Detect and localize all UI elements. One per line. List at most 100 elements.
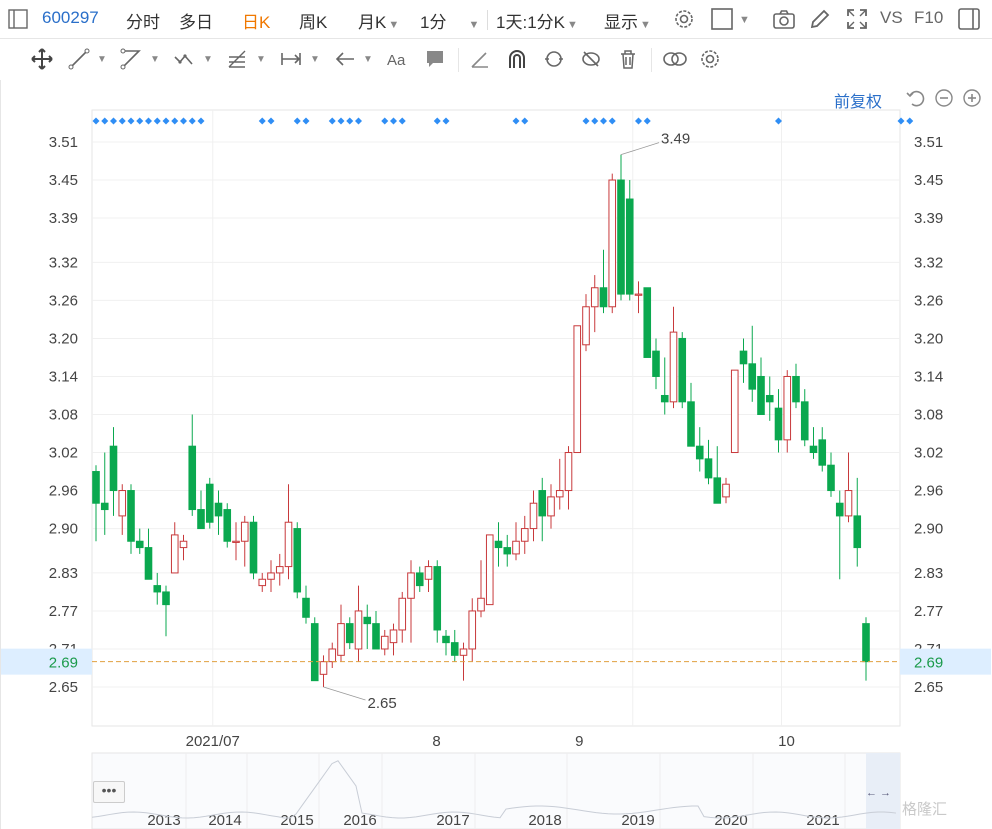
candle-body [127, 490, 135, 542]
candles [92, 154, 870, 687]
candle-body [459, 648, 468, 656]
signal-marker [302, 117, 310, 125]
candle-body [573, 325, 582, 454]
navigator-year-label: 2019 [621, 812, 654, 829]
candle-body [643, 287, 652, 358]
signal-marker [582, 117, 590, 125]
candle-body [223, 509, 232, 542]
candle-body [792, 375, 800, 403]
y-tick-label-right: 3.51 [914, 134, 943, 151]
candle-body [835, 502, 844, 517]
y-tick-label-left: 3.20 [49, 330, 78, 347]
candle-body [774, 407, 783, 441]
y-tick-label-right: 2.83 [914, 565, 943, 582]
navigator-menu-button[interactable]: ••• [93, 781, 125, 803]
y-tick-label-left: 3.45 [49, 172, 78, 189]
signal-marker [337, 117, 345, 125]
candle-body [275, 566, 284, 574]
y-tick-label-right: 3.02 [914, 445, 943, 462]
candle-body [590, 287, 599, 308]
candle-body [520, 528, 529, 542]
candle-body [809, 445, 818, 454]
candle-body [634, 293, 643, 296]
signal-marker [381, 117, 389, 125]
signal-marker [171, 117, 179, 125]
candle-body [100, 502, 109, 511]
y-tick-label-right: 2.65 [914, 679, 943, 696]
candle-body [162, 591, 170, 606]
signal-marker [643, 117, 651, 125]
candle-body [170, 534, 179, 574]
navigator: 2013 2014 2015 2016 2017 2018 2019 2020 2021← → [91, 752, 901, 829]
candle-body [800, 401, 809, 441]
current-price-badge-left [1, 648, 92, 675]
candle-body [494, 540, 503, 549]
candle-body [293, 528, 302, 593]
navigator-year-label: 2015 [280, 812, 313, 829]
candle-body [765, 394, 774, 403]
candle-body [669, 331, 678, 403]
signal-marker [608, 117, 616, 125]
candle-body [389, 629, 398, 644]
candle-body [92, 471, 100, 504]
y-axis-right: 3.51 3.45 3.39 3.32 3.26 3.20 3.14 3.08 3.02 2.96… [900, 134, 991, 696]
candle-body [398, 597, 407, 631]
signal-marker [775, 117, 782, 125]
signal-marker [258, 117, 266, 125]
signal-marker [398, 117, 406, 125]
candle-body [197, 509, 205, 530]
signal-marker [433, 117, 441, 125]
candle-body [240, 521, 249, 542]
signal-marker [127, 117, 135, 125]
candle-body [188, 445, 197, 511]
candle-body [258, 578, 267, 587]
navigator-year-label: 2017 [436, 812, 469, 829]
candle-body [232, 540, 240, 543]
candle-body [179, 540, 188, 549]
y-tick-label-left: 3.08 [49, 407, 78, 424]
candle-body [695, 445, 704, 460]
candle-body [748, 363, 757, 390]
candle-body [153, 585, 162, 593]
y-tick-label-left: 3.02 [49, 445, 78, 462]
y-tick-label-left: 3.14 [49, 368, 78, 385]
y-tick-label-right: 2.90 [914, 521, 943, 538]
candle-body [135, 540, 144, 549]
signal-marker [197, 117, 205, 125]
candle-body [450, 642, 459, 656]
candle-body [284, 521, 293, 568]
candle-body [380, 635, 389, 650]
candle-body [415, 572, 424, 587]
candle-body [118, 490, 127, 517]
candle-body [503, 547, 512, 555]
max-pointer-line [620, 142, 660, 156]
candle-body [442, 635, 450, 644]
candle-body [345, 623, 354, 644]
signal-marker [355, 117, 362, 125]
candlestick-chart[interactable]: 3.49 2.65 3.51 3.45 3.39 3.32 3.26 3.20 3.14 3.0… [0, 0, 992, 829]
candle-body [783, 375, 792, 441]
y-tick-label-right: 3.20 [914, 330, 943, 347]
signal-marker [162, 117, 170, 125]
candle-body [337, 623, 345, 656]
candle-body [564, 452, 573, 492]
y-tick-label-left: 2.65 [49, 679, 78, 696]
candle-body [582, 306, 590, 346]
candle-body [844, 490, 853, 517]
y-tick-label-left: 3.51 [49, 134, 78, 151]
candle-body [862, 623, 870, 663]
x-tick-label: 10 [778, 733, 795, 750]
y-tick-label-right: 2.96 [914, 483, 943, 500]
candle-body [372, 623, 380, 650]
candle-body [267, 572, 275, 580]
signal-marker [906, 117, 914, 125]
candle-body [477, 597, 485, 612]
x-tick-label: 8 [432, 733, 440, 750]
signal-marker [293, 117, 301, 125]
signal-marker [328, 117, 336, 125]
x-tick-label: 2021/07 [186, 733, 240, 750]
candle-body [853, 515, 862, 549]
candle-body [625, 198, 634, 295]
navigator-year-label: 2021 [806, 812, 839, 829]
signal-marker [521, 117, 529, 125]
